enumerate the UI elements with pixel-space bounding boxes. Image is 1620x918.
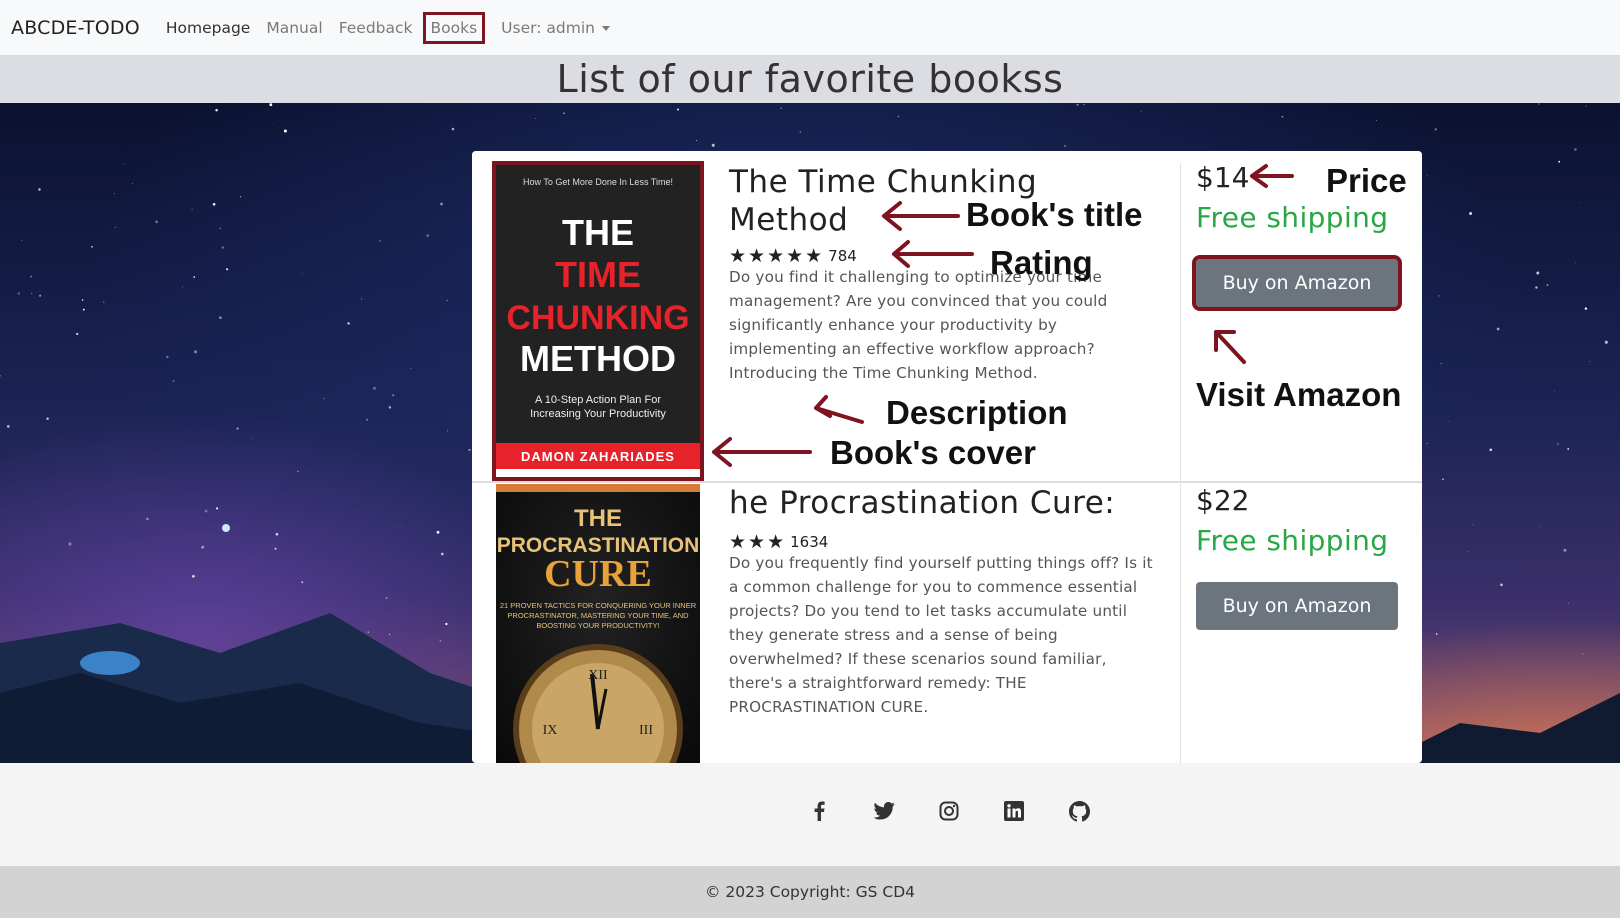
instagram-icon[interactable] (938, 800, 960, 822)
linkedin-icon[interactable] (1003, 800, 1025, 822)
annotation-cover: Book's cover (830, 434, 1036, 471)
annotation-description: Description (886, 394, 1068, 431)
annotation-visit-amazon: Visit Amazon (1196, 376, 1402, 413)
annotation-rating: Rating (990, 244, 1093, 281)
annotation-price: Price (1326, 162, 1407, 199)
facebook-icon[interactable] (808, 800, 830, 822)
copyright-text: © 2023 Copyright: GS CD4 (704, 883, 916, 901)
copyright-bar: © 2023 Copyright: GS CD4 (0, 866, 1620, 918)
annotation-title: Book's title (966, 196, 1143, 233)
twitter-icon[interactable] (873, 800, 895, 822)
github-icon[interactable] (1068, 800, 1090, 822)
social-icons (808, 800, 1090, 822)
